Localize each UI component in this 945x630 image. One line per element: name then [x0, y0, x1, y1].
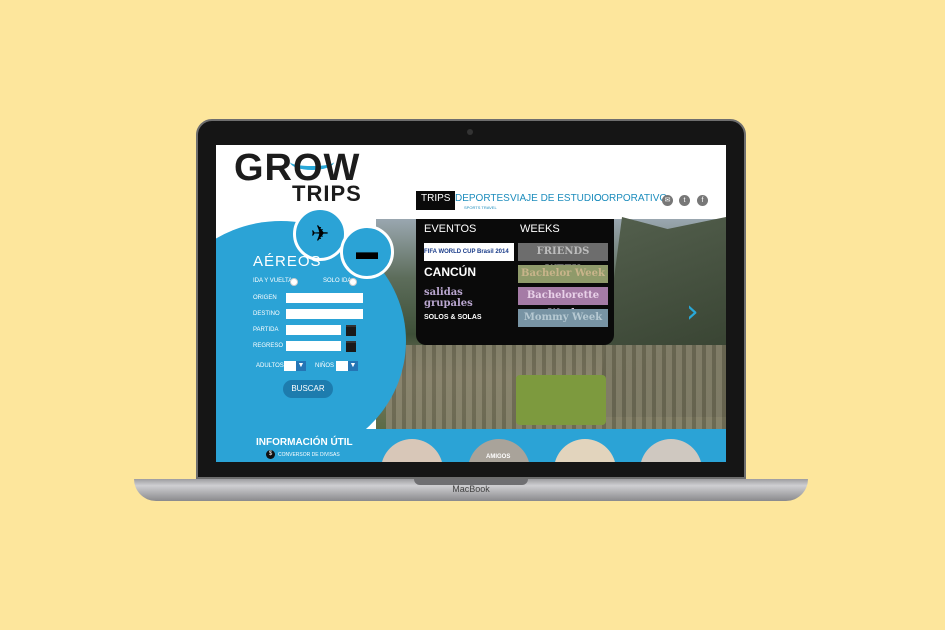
partida-field[interactable]: [286, 325, 341, 335]
buscar-button[interactable]: BUSCAR: [283, 380, 333, 398]
website-screen: GROW TRIPS ✈ ▬ AÉREOS IDA Y VUELTA SOLO …: [216, 145, 726, 462]
laptop-base: MacBook: [134, 479, 808, 501]
solo-ida-radio[interactable]: [349, 278, 357, 286]
week-item[interactable]: Bachelor Week: [518, 265, 608, 283]
week-item[interactable]: FRIENDS WEEK: [518, 243, 608, 275]
partida-label: PARTIDA: [253, 327, 279, 333]
tab-corporativo[interactable]: CORPORATIVO: [594, 193, 667, 204]
info-title: INFORMACIÓN ÚTIL: [256, 437, 353, 448]
mail-icon[interactable]: ✉: [662, 195, 673, 206]
event-item[interactable]: FIFA WORLD CUP Brasil 2014: [424, 243, 514, 261]
week-item[interactable]: Mommy Week: [518, 309, 608, 327]
origen-field[interactable]: [286, 293, 363, 303]
next-arrow-icon[interactable]: ›: [686, 292, 699, 330]
event-item[interactable]: CANCÚN: [424, 265, 514, 283]
conversor-link[interactable]: CONVERSOR DE DIVISAS: [278, 452, 340, 458]
logo-trips[interactable]: TRIPS: [292, 181, 362, 207]
solo-ida-label: SOLO IDA: [323, 278, 352, 284]
mega-menu: EVENTOS WEEKS FIFA WORLD CUP Brasil 2014…: [416, 219, 614, 345]
tab-deportes[interactable]: DEPORTES: [455, 193, 510, 204]
origen-label: ORIGEN: [253, 295, 277, 301]
deportes-subtitle: SPORTS TRAVEL: [464, 205, 497, 210]
camera: [467, 129, 473, 135]
dollar-icon: $: [266, 450, 275, 459]
week-item[interactable]: Bachelorette Week: [518, 287, 608, 319]
form-title: AÉREOS: [253, 253, 322, 270]
chevron-down-icon[interactable]: ▼: [348, 361, 358, 371]
terrace: [516, 375, 606, 425]
base-label: MacBook: [452, 484, 490, 494]
bed-icon[interactable]: ▬: [340, 225, 394, 279]
twitter-icon[interactable]: t: [679, 195, 690, 206]
tab-viaje-de-estudio[interactable]: VIAJE DE ESTUDIO: [510, 193, 602, 204]
calendar-icon[interactable]: [346, 341, 356, 352]
event-item[interactable]: salidas grupales: [424, 287, 514, 309]
ida-vuelta-label: IDA Y VUELTA: [253, 278, 293, 284]
eventos-title: EVENTOS: [424, 223, 477, 235]
ida-vuelta-radio[interactable]: [290, 278, 298, 286]
chevron-down-icon[interactable]: ▼: [296, 361, 306, 371]
facebook-icon[interactable]: f: [697, 195, 708, 206]
destino-label: DESTINO: [253, 311, 280, 317]
adultos-select[interactable]: [284, 361, 296, 371]
calendar-icon[interactable]: [346, 325, 356, 336]
ninos-label: NIÑOS: [315, 363, 335, 369]
destino-field[interactable]: [286, 309, 363, 319]
event-item[interactable]: SOLOS & SOLAS: [424, 309, 514, 327]
ninos-select[interactable]: [336, 361, 348, 371]
laptop: GROW TRIPS ✈ ▬ AÉREOS IDA Y VUELTA SOLO …: [134, 119, 808, 501]
tab-trips[interactable]: TRIPS: [416, 191, 456, 210]
regreso-field[interactable]: [286, 341, 341, 351]
amigos-label: AMIGOS: [486, 454, 511, 460]
adultos-label: ADULTOS: [256, 363, 284, 369]
weeks-title: WEEKS: [520, 223, 560, 235]
regreso-label: REGRESO: [253, 343, 284, 349]
